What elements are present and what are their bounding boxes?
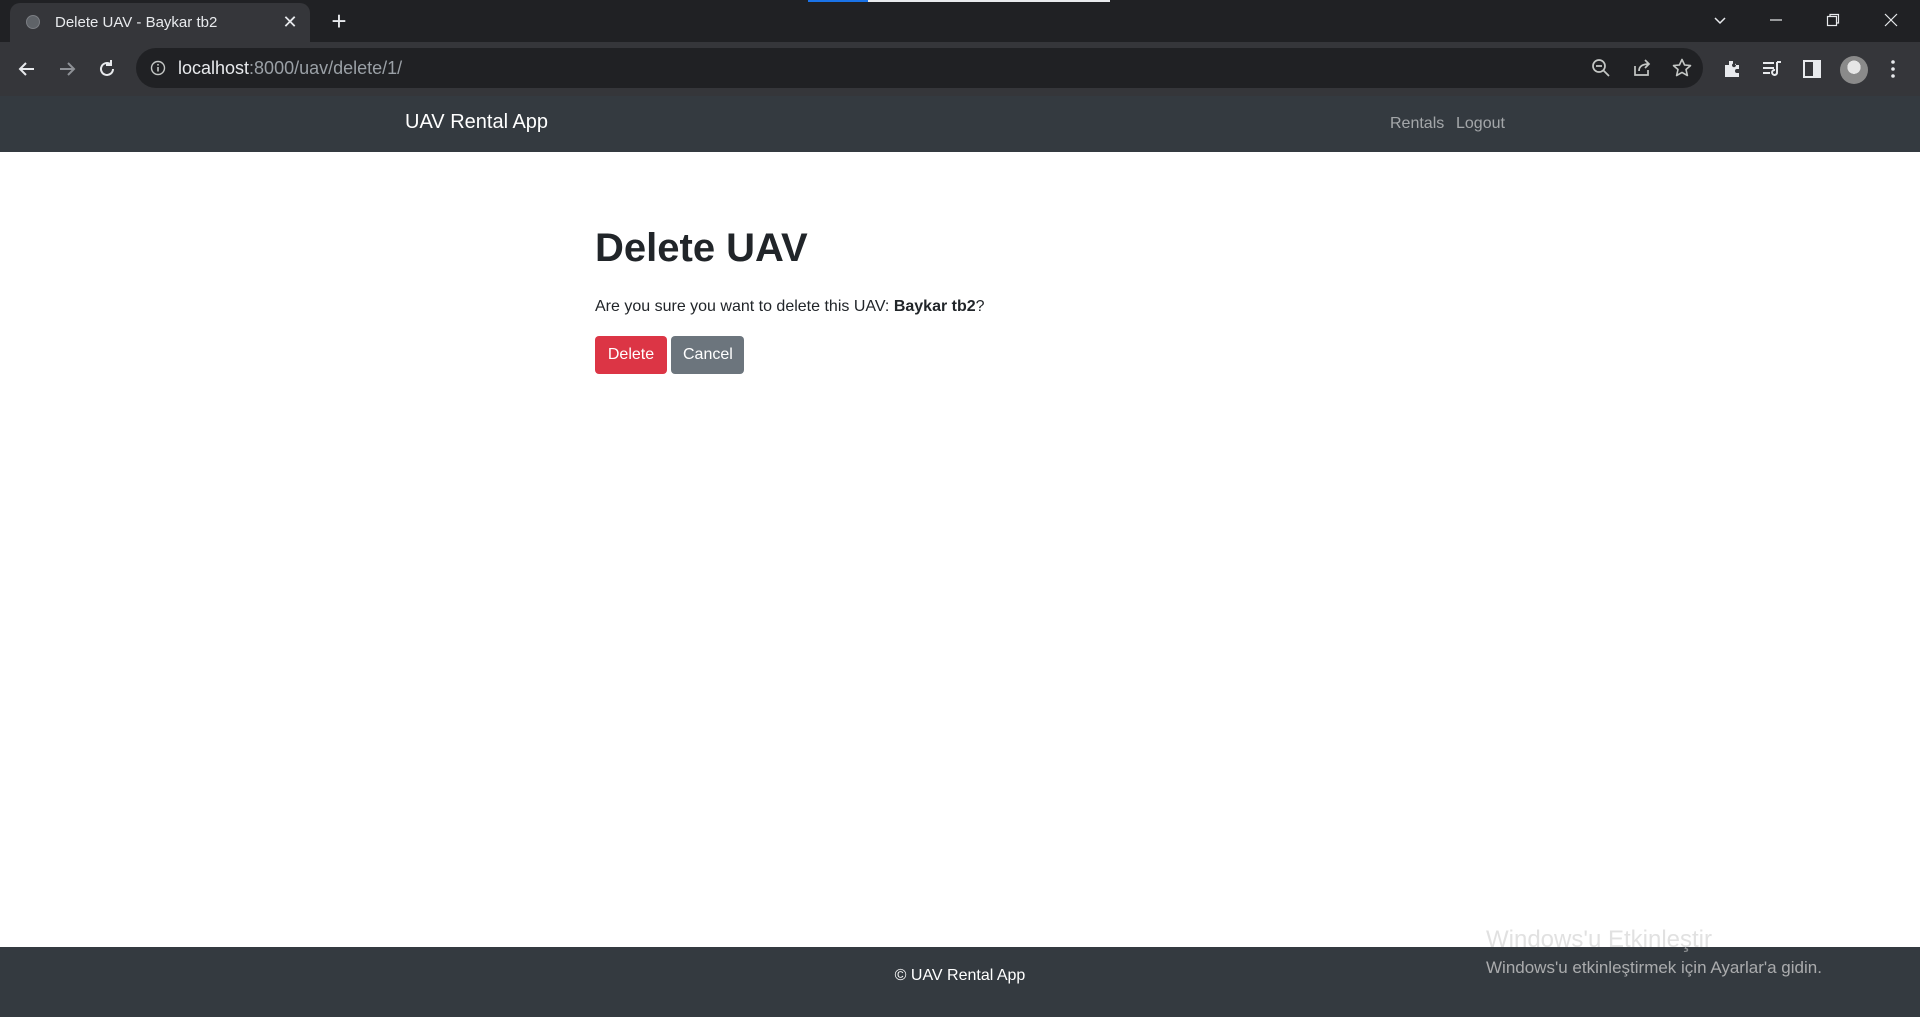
- minimize-icon: [1770, 19, 1782, 21]
- media-queue-icon[interactable]: [1760, 57, 1784, 81]
- new-tab-button[interactable]: +: [325, 7, 353, 35]
- delete-button[interactable]: Delete: [595, 336, 667, 374]
- url-text[interactable]: localhost:8000/uav/delete/1/: [178, 58, 402, 79]
- cancel-button[interactable]: Cancel: [671, 336, 744, 374]
- more-menu-icon[interactable]: [1881, 57, 1905, 81]
- uav-name: Baykar tb2: [893, 298, 976, 315]
- zoom-out-icon[interactable]: [1590, 57, 1612, 79]
- browser-tab-strip: Delete UAV - Baykar tb2 ✕ +: [0, 0, 1920, 42]
- loading-indicator: [808, 0, 868, 2]
- windows-activation-watermark: Windows'u Etkinleştir Windows'u etkinleş…: [1486, 926, 1822, 978]
- forward-button[interactable]: [51, 53, 83, 85]
- profile-avatar-icon[interactable]: [1840, 56, 1868, 84]
- bookmark-star-icon[interactable]: [1671, 57, 1693, 79]
- forward-arrow-icon: [60, 62, 76, 76]
- extensions-icon[interactable]: [1720, 57, 1744, 81]
- reload-button[interactable]: [91, 53, 123, 85]
- info-icon[interactable]: [150, 60, 166, 76]
- close-icon[interactable]: ✕: [280, 12, 300, 32]
- confirm-prefix: Are you sure you want to delete this UAV…: [595, 298, 894, 315]
- browser-tab[interactable]: Delete UAV - Baykar tb2 ✕: [10, 3, 310, 42]
- tab-search-button[interactable]: [1697, 4, 1743, 36]
- url-host: localhost: [178, 58, 250, 78]
- delete-confirmation-text: Are you sure you want to delete this UAV…: [595, 298, 985, 316]
- restore-button[interactable]: [1810, 4, 1856, 36]
- back-arrow-icon: [18, 62, 34, 76]
- share-icon[interactable]: [1631, 57, 1653, 79]
- brand-link[interactable]: UAV Rental App: [405, 111, 548, 134]
- tab-title: Delete UAV - Baykar tb2: [55, 14, 218, 31]
- confirm-suffix: ?: [975, 298, 985, 315]
- chevron-down-icon: [1714, 17, 1726, 25]
- globe-icon: [26, 15, 40, 29]
- window-close-button[interactable]: [1868, 4, 1914, 36]
- nav-link-rentals[interactable]: Rentals: [1390, 115, 1444, 133]
- minimize-button[interactable]: [1753, 4, 1799, 36]
- reload-icon: [100, 60, 114, 76]
- close-icon: [1884, 13, 1898, 27]
- page-title: Delete UAV: [595, 226, 808, 270]
- loading-indicator-track: [868, 0, 1110, 2]
- restore-icon: [1826, 13, 1840, 27]
- activation-title: Windows'u Etkinleştir: [1486, 926, 1712, 953]
- app-navbar: UAV Rental App Rentals Logout: [0, 96, 1920, 152]
- browser-toolbar: localhost:8000/uav/delete/1/: [0, 42, 1920, 96]
- back-button[interactable]: [11, 53, 43, 85]
- url-path: :8000/uav/delete/1/: [249, 58, 403, 78]
- activation-subtitle: Windows'u etkinleştirmek için Ayarlar'a …: [1486, 958, 1822, 977]
- nav-link-logout[interactable]: Logout: [1456, 115, 1505, 133]
- side-panel-icon[interactable]: [1800, 57, 1824, 81]
- address-bar[interactable]: localhost:8000/uav/delete/1/: [136, 48, 1703, 88]
